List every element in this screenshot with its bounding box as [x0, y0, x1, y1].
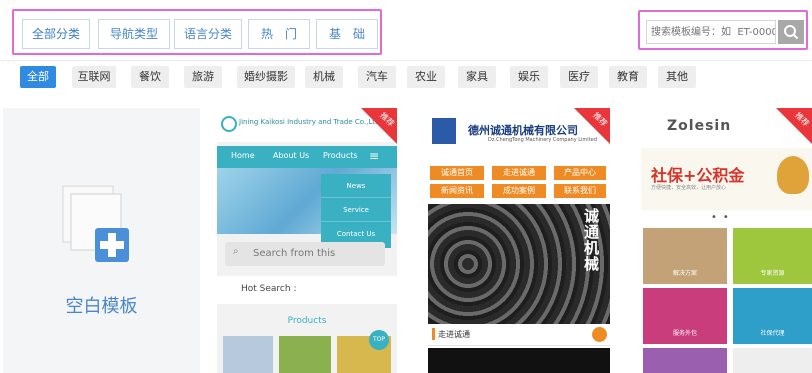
- hot-search-label: Hot Search :: [241, 284, 297, 294]
- cat-furniture[interactable]: 家具: [458, 66, 496, 88]
- tab-all[interactable]: 全部分类: [22, 19, 90, 49]
- company-name: 德州诚通机械有限公司: [468, 124, 578, 137]
- hot-search-row: Hot Search :: [217, 276, 397, 304]
- carousel-dots: ••: [711, 212, 735, 223]
- divider: [0, 60, 812, 61]
- nav-item: 诚通首页: [430, 166, 484, 180]
- nav-item: 产品中心: [554, 166, 606, 180]
- product-image: [223, 336, 273, 373]
- blank-template-card[interactable]: 空白模板: [3, 108, 200, 373]
- top-bar: 全部分类 导航类型 语言分类 热 门 基 础: [0, 0, 812, 62]
- category-tabs: 全部分类 导航类型 语言分类 热 门 基 础: [12, 9, 382, 55]
- tile-label: 社保代理: [760, 330, 785, 337]
- cat-entertainment[interactable]: 娱乐: [510, 66, 548, 88]
- banner: 社保+公积金 方便快捷，安全高效，让用户放心: [641, 148, 812, 210]
- banner-title: 诚通机械: [584, 207, 600, 273]
- search-button[interactable]: [778, 20, 804, 44]
- content-image: [428, 348, 610, 373]
- section-header: 走进诚通: [428, 324, 610, 346]
- tile: 服务外包: [643, 288, 727, 344]
- logo: Zolesin: [667, 118, 732, 134]
- back-to-top-button: TOP: [369, 330, 389, 350]
- logo-icon: [432, 118, 456, 144]
- template-search-placeholder: Search from this: [253, 248, 336, 259]
- tab-basic[interactable]: 基 础: [316, 19, 378, 49]
- template-nav: Home About Us Products ≡: [217, 146, 397, 168]
- menu-icon: ≡: [369, 149, 380, 163]
- template-card-kaikosi[interactable]: Jining Kaikosi Industry and Trade Co.,Lt…: [217, 108, 397, 373]
- template-nav: 诚通首页 走进诚通 产品中心 新闻资讯 成功案例 联系我们: [428, 160, 610, 206]
- tile: 社保代理: [733, 288, 812, 344]
- company-name: Jining Kaikosi Industry and Trade Co.,Lt…: [239, 118, 380, 126]
- nav-item: 走进诚通: [492, 166, 546, 180]
- blank-template-label: 空白模板: [65, 296, 138, 317]
- tile: 解决方案: [643, 228, 727, 284]
- template-search: [638, 10, 808, 50]
- template-card-chengtong[interactable]: 德州诚通机械有限公司 Dz.ChengTong Machinery Compan…: [428, 108, 610, 373]
- money-bag-icon: [777, 156, 809, 194]
- menu-service: Service: [321, 198, 391, 222]
- tile: 专家资源: [733, 228, 812, 284]
- cat-travel[interactable]: 旅游: [184, 66, 222, 88]
- tile: [733, 348, 812, 373]
- tile-label: 专家资源: [760, 270, 785, 277]
- nav-item: 新闻资讯: [430, 184, 484, 198]
- nav-products: Products: [323, 151, 358, 160]
- nav-item: 成功案例: [492, 184, 546, 198]
- banner-sub: 方便快捷，安全高效，让用户放心: [651, 185, 727, 191]
- more-icon: [592, 327, 607, 342]
- cat-agriculture[interactable]: 农业: [407, 66, 445, 88]
- cat-internet[interactable]: 互联网: [72, 66, 116, 88]
- cat-medical[interactable]: 医疗: [560, 66, 598, 88]
- logo-icon: [221, 116, 237, 132]
- template-search: ⌕ Search from this: [225, 242, 385, 266]
- nav-home: Home: [231, 151, 255, 160]
- products-heading: Products: [287, 316, 327, 326]
- cat-wedding[interactable]: 婚纱摄影: [237, 66, 295, 88]
- tab-popular[interactable]: 热 门: [248, 19, 310, 49]
- banner-image: [428, 204, 610, 324]
- add-template-icon: [62, 185, 129, 262]
- search-icon: [784, 25, 799, 40]
- nav-about: About Us: [273, 151, 310, 160]
- tile: [643, 348, 727, 373]
- cat-machinery[interactable]: 机械: [305, 66, 343, 88]
- nav-item: 联系我们: [554, 184, 606, 198]
- dropdown-menu: News Service Contact Us: [321, 174, 391, 248]
- section-title: 走进诚通: [438, 330, 470, 339]
- section-marker: [432, 328, 435, 340]
- tab-language[interactable]: 语言分类: [174, 19, 242, 49]
- tab-nav-type[interactable]: 导航类型: [98, 19, 170, 49]
- cat-auto[interactable]: 汽车: [358, 66, 396, 88]
- search-icon: ⌕: [233, 246, 239, 257]
- product-image: [279, 336, 331, 373]
- cat-food[interactable]: 餐饮: [131, 66, 169, 88]
- search-input[interactable]: [646, 20, 776, 44]
- cat-other[interactable]: 其他: [658, 66, 696, 88]
- banner-slogan: 社保+公积金: [651, 166, 745, 185]
- cat-education[interactable]: 教育: [609, 66, 647, 88]
- cat-all[interactable]: 全部: [20, 66, 56, 88]
- menu-news: News: [321, 174, 391, 198]
- template-card-zolesin[interactable]: Zolesin 推荐 社保+公积金 方便快捷，安全高效，让用户放心 •• 解决方…: [641, 108, 812, 373]
- tile-label: 服务外包: [672, 330, 697, 337]
- tile-label: 解决方案: [672, 270, 697, 277]
